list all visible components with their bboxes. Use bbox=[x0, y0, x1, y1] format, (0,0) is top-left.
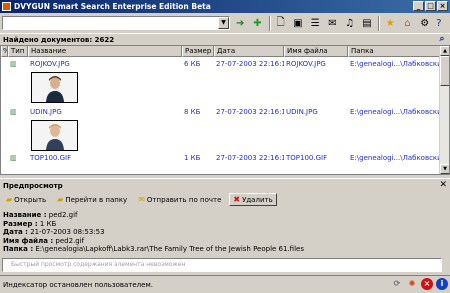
row-folder: E:\genealogi...\Лабковский\ bbox=[350, 60, 441, 68]
row-name: UDIN.JPG bbox=[30, 108, 62, 116]
gear-icon[interactable]: ⚙ bbox=[418, 16, 432, 31]
go-arrow-icon[interactable]: ➔ bbox=[233, 16, 247, 31]
status-text: Индексатор остановлен пользователем. bbox=[3, 280, 153, 289]
open-button[interactable]: ▰ Открыть bbox=[3, 193, 49, 206]
favorite-star-icon[interactable]: ★ bbox=[383, 16, 397, 31]
maximize-button[interactable]: □ bbox=[425, 1, 436, 11]
minimize-button[interactable]: _ bbox=[413, 1, 424, 11]
sun-icon[interactable]: ✺ bbox=[406, 278, 418, 290]
table-header: % Тип Название Размер Дата Имя файла Пап… bbox=[1, 46, 441, 57]
row-filename: UDIN.JPG bbox=[286, 108, 318, 116]
text-icon[interactable]: ☰ bbox=[308, 16, 322, 31]
main-toolbar: ▼ ➔ ✚ 🗋 ▣ ☰ ✉ ♫ ▤ ★ ⌂ ⚙ ? bbox=[0, 13, 450, 33]
app-icon bbox=[2, 2, 11, 11]
column-header-type[interactable]: Тип bbox=[8, 46, 28, 57]
vertical-scrollbar[interactable]: ▲ ▼ bbox=[439, 46, 449, 174]
delete-x-icon: ✖ bbox=[233, 195, 241, 204]
preview-title: Предпросмотр bbox=[3, 181, 63, 190]
window-controls: _ □ × bbox=[413, 1, 448, 11]
folder-icon: ▰ bbox=[57, 195, 64, 204]
delete-button[interactable]: ✖ Удалить bbox=[229, 193, 277, 206]
music-icon[interactable]: ♫ bbox=[343, 16, 357, 31]
portrait-thumbnail-icon bbox=[45, 124, 64, 150]
status-bar: Индексатор остановлен пользователем. ⟳ ✺… bbox=[0, 275, 450, 293]
row-size: 1 КБ bbox=[184, 154, 201, 162]
found-documents-bar: Найдено документов: 2622 ⌕ bbox=[0, 33, 450, 45]
help-icon[interactable]: ? bbox=[432, 16, 446, 31]
scroll-up-icon[interactable]: ▲ bbox=[440, 46, 449, 56]
image-file-icon: ▥ bbox=[10, 60, 17, 68]
folder-open-icon: ▰ bbox=[6, 195, 13, 204]
info-icon[interactable]: i bbox=[436, 278, 448, 290]
mail-icon[interactable]: ✉ bbox=[325, 16, 339, 31]
results-table: % Тип Название Размер Дата Имя файла Пап… bbox=[0, 45, 450, 175]
row-name: ROJKOV.JPG bbox=[30, 60, 70, 68]
doc-icon[interactable]: 🗋 bbox=[274, 16, 288, 31]
info-folder: Папка : E:\genealogia\Lapkoff\Labk3.rar\… bbox=[3, 245, 304, 253]
close-icon[interactable]: ✕ bbox=[439, 180, 447, 190]
column-header-percent[interactable]: % bbox=[1, 46, 8, 57]
send-mail-button[interactable]: ✉ Отправить по почте bbox=[135, 193, 224, 206]
row-date: 27-07-2003 22:16:16 bbox=[216, 108, 284, 116]
title-bar: DVYGUN Smart Search Enterprise Edition B… bbox=[0, 0, 450, 13]
column-header-size[interactable]: Размер bbox=[182, 46, 214, 57]
file-info: Название : ped2.gif Размер : 1 КБ Дата :… bbox=[3, 211, 443, 254]
search-icon[interactable]: ⌕ bbox=[436, 34, 448, 45]
image-file-icon: ▥ bbox=[10, 154, 17, 162]
info-size: Размер : 1 КБ bbox=[3, 219, 57, 228]
row-date: 27-07-2003 22:16:16 bbox=[216, 154, 284, 162]
preview-header: Предпросмотр ✕ bbox=[0, 178, 450, 192]
search-combobox[interactable]: ▼ bbox=[2, 16, 231, 30]
column-header-name[interactable]: Название bbox=[28, 46, 182, 57]
window-title: DVYGUN Smart Search Enterprise Edition B… bbox=[14, 2, 211, 11]
scrollbar-thumb[interactable] bbox=[440, 56, 449, 86]
row-folder: E:\genealogi...\Лабковский\ bbox=[350, 154, 441, 162]
row-name: TOP100.GIF bbox=[30, 154, 72, 162]
table-row[interactable]: ▥ ROJKOV.JPG 6 КБ 27-07-2003 22:16:16 RO… bbox=[1, 59, 441, 70]
column-header-date[interactable]: Дата bbox=[214, 46, 284, 57]
column-header-filename[interactable]: Имя файла bbox=[284, 46, 348, 57]
row-filename: ROJKOV.JPG bbox=[286, 60, 326, 68]
indexer-icon[interactable]: ⟳ bbox=[391, 278, 403, 290]
info-name: Название : ped2.gif bbox=[3, 211, 78, 219]
row-folder: E:\genealogi...\Лабковский\ bbox=[350, 108, 441, 116]
info-filename: Имя файла : ped2.gif bbox=[3, 236, 85, 245]
preview-toolbar: ▰ Открыть ▰ Перейти в папку ✉ Отправить … bbox=[0, 192, 450, 207]
image-icon[interactable]: ▣ bbox=[291, 16, 305, 31]
table-row[interactable]: ▥ TOP100.GIF 1 КБ 27-07-2003 22:16:16 TO… bbox=[1, 153, 441, 164]
found-label: Найдено документов: bbox=[3, 35, 93, 44]
chevron-down-icon[interactable]: ▼ bbox=[218, 17, 230, 29]
row-date: 27-07-2003 22:16:16 bbox=[216, 60, 284, 68]
mail-icon: ✉ bbox=[138, 195, 145, 204]
goto-folder-button[interactable]: ▰ Перейти в папку bbox=[54, 193, 130, 206]
row-filename: TOP100.GIF bbox=[286, 154, 328, 162]
toolbar-separator bbox=[378, 15, 381, 31]
info-date: Дата : 21-07-2003 08:53:53 bbox=[3, 228, 105, 236]
toolbar-separator bbox=[268, 15, 271, 31]
portrait-thumbnail-icon bbox=[45, 76, 64, 102]
image-file-icon: ▥ bbox=[10, 108, 17, 116]
quick-view-box: Быстрый просмотр содержания элемента нев… bbox=[2, 258, 442, 272]
add-icon[interactable]: ✚ bbox=[250, 16, 264, 31]
stop-icon[interactable]: × bbox=[421, 278, 433, 290]
found-count: 2622 bbox=[94, 35, 115, 44]
film-icon[interactable]: ▤ bbox=[360, 16, 374, 31]
image-thumbnail[interactable] bbox=[31, 72, 78, 103]
row-size: 6 КБ bbox=[184, 60, 201, 68]
row-size: 8 КБ bbox=[184, 108, 201, 116]
status-icons: ⟳ ✺ × i bbox=[391, 278, 448, 290]
column-header-folder[interactable]: Папка bbox=[348, 46, 441, 57]
close-button[interactable]: × bbox=[437, 1, 448, 11]
table-row[interactable]: ▥ UDIN.JPG 8 КБ 27-07-2003 22:16:16 UDIN… bbox=[1, 107, 441, 118]
home-folder-icon[interactable]: ⌂ bbox=[400, 16, 414, 31]
scroll-down-icon[interactable]: ▼ bbox=[440, 164, 449, 174]
image-thumbnail[interactable] bbox=[31, 120, 78, 151]
